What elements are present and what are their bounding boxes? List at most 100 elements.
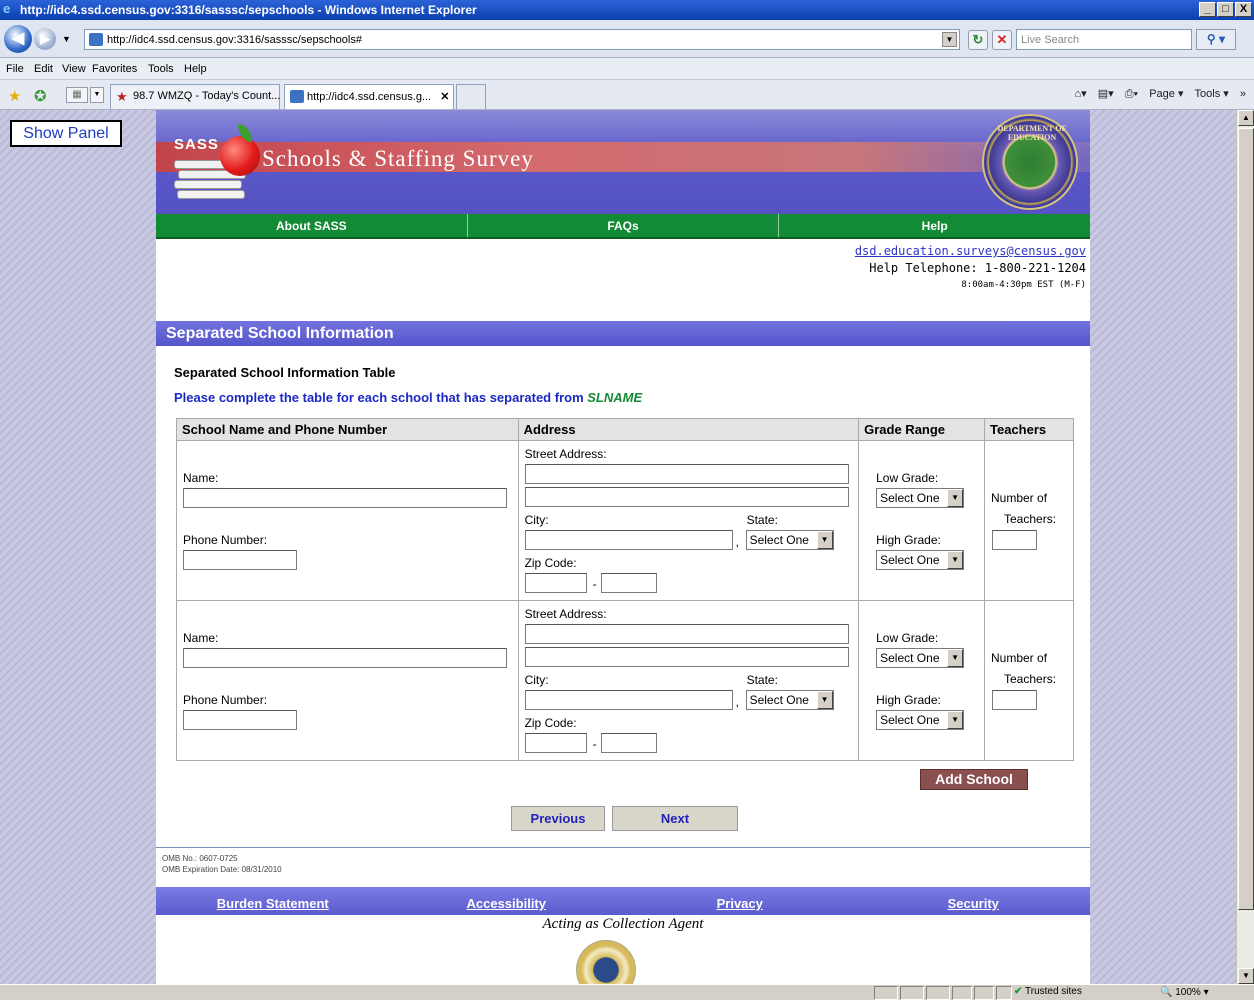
city-input[interactable]	[524, 530, 733, 550]
menu-view[interactable]: View	[62, 63, 86, 75]
chevron-down-icon: ▼	[947, 649, 964, 667]
site-nav: About SASS FAQs Help	[156, 214, 1090, 239]
menu-tools[interactable]: Tools	[148, 63, 174, 75]
street-address-input-1[interactable]	[524, 464, 849, 484]
nav-faqs[interactable]: FAQs	[468, 214, 780, 237]
chevron-more-icon[interactable]: »	[1240, 88, 1246, 100]
col-school-name: School Name and Phone Number	[176, 418, 519, 441]
state-label: State:	[746, 673, 778, 687]
contact-email-link[interactable]: dsd.education.surveys@census.gov	[855, 244, 1086, 258]
next-button[interactable]: Next	[612, 806, 738, 831]
low-grade-select[interactable]: Select One ▼	[876, 648, 965, 668]
page-viewport: Show Panel SASS Schools & Staffing Surve…	[0, 110, 1236, 984]
name-label: Name:	[183, 631, 219, 645]
street-address-input-2[interactable]	[524, 647, 849, 667]
contact-info: dsd.education.surveys@census.gov Help Te…	[855, 244, 1086, 290]
menu-edit[interactable]: Edit	[34, 63, 53, 75]
new-tab-button[interactable]	[456, 84, 486, 109]
address-text[interactable]: http://idc4.ssd.census.gov:3316/sasssc/s…	[107, 34, 362, 46]
phone-input[interactable]	[183, 710, 297, 730]
low-grade-select[interactable]: Select One ▼	[876, 488, 965, 508]
search-placeholder: Live Search	[1021, 34, 1080, 46]
state-select[interactable]: Select One ▼	[745, 690, 834, 710]
zoom-control[interactable]: 🔍 100% ▾	[1160, 987, 1209, 998]
security-link[interactable]: Security	[857, 887, 1091, 915]
home-icon[interactable]: ⌂▾	[1075, 88, 1087, 100]
zip-input[interactable]	[524, 733, 587, 753]
back-button[interactable]: ◀	[4, 25, 32, 53]
teachers-input[interactable]	[992, 530, 1037, 550]
separated-school-table: School Name and Phone Number Address Gra…	[176, 418, 1074, 761]
teachers-input[interactable]	[992, 690, 1037, 710]
page-menu[interactable]: Page ▾	[1149, 88, 1183, 100]
table-row: Name: Phone Number: Street Address: City…	[176, 440, 1074, 601]
tab-bar: ★ ✪ ▦ ▼ ★ 98.7 WMZQ - Today's Count... h…	[0, 80, 1254, 110]
browser-navbar: ◀ ▶ ▼ http://idc4.ssd.census.gov:3316/sa…	[0, 20, 1254, 58]
ie-logo-icon: e	[3, 1, 11, 16]
school-name-input[interactable]	[183, 648, 507, 668]
stop-icon[interactable]: ✕	[992, 30, 1012, 50]
nav-about-sass[interactable]: About SASS	[156, 214, 468, 237]
tools-menu[interactable]: Tools ▾	[1195, 88, 1229, 100]
street-address-input-2[interactable]	[524, 487, 849, 507]
close-window-button[interactable]: X	[1235, 2, 1252, 17]
omb-info: OMB No.: 0607-0725 OMB Expiration Date: …	[162, 853, 282, 875]
tab-list-dropdown-icon[interactable]: ▼	[90, 87, 104, 103]
add-school-button[interactable]: Add School	[920, 769, 1028, 790]
scroll-up-icon[interactable]: ▲	[1238, 110, 1254, 126]
accessibility-link[interactable]: Accessibility	[390, 887, 624, 915]
vertical-scrollbar[interactable]: ▲ ▼	[1236, 110, 1254, 984]
dept-commerce-seal-icon	[576, 940, 636, 984]
maximize-button[interactable]: □	[1217, 2, 1234, 17]
close-tab-icon[interactable]: ✕	[440, 91, 449, 103]
city-label: City:	[524, 673, 549, 687]
menu-file[interactable]: File	[6, 63, 24, 75]
search-button[interactable]: ⚲ ▾	[1196, 29, 1236, 50]
print-icon[interactable]: ⎙▾	[1125, 88, 1138, 100]
omb-number: OMB No.: 0607-0725	[162, 854, 238, 863]
menu-favorites[interactable]: Favorites	[92, 63, 137, 75]
zip-ext-input[interactable]	[600, 573, 657, 593]
burden-statement-link[interactable]: Burden Statement	[156, 887, 390, 915]
refresh-icon[interactable]: ↻	[968, 30, 988, 50]
scroll-thumb[interactable]	[1238, 128, 1254, 910]
tab-wmzq[interactable]: ★ 98.7 WMZQ - Today's Count...	[110, 84, 280, 109]
scroll-down-icon[interactable]: ▼	[1238, 968, 1254, 984]
tab-census[interactable]: http://idc4.ssd.census.g... ✕	[284, 84, 454, 109]
chevron-down-icon: ▼	[947, 711, 964, 729]
zip-input[interactable]	[524, 573, 587, 593]
zip-label: Zip Code:	[524, 556, 577, 570]
state-select[interactable]: Select One ▼	[745, 530, 834, 550]
forward-button[interactable]: ▶	[34, 28, 56, 50]
show-panel-button[interactable]: Show Panel	[10, 120, 122, 147]
high-grade-select[interactable]: Select One ▼	[876, 710, 965, 730]
minimize-button[interactable]: _	[1199, 2, 1216, 17]
menu-bar: File Edit View Favorites Tools Help	[0, 58, 1254, 80]
high-grade-select[interactable]: Select One ▼	[876, 550, 965, 570]
privacy-link[interactable]: Privacy	[623, 887, 857, 915]
security-zone[interactable]: ✔ Trusted sites	[1014, 986, 1144, 1000]
chevron-down-icon: ▼	[947, 551, 964, 569]
street-address-input-1[interactable]	[524, 624, 849, 644]
school-name-input[interactable]	[183, 488, 507, 508]
add-favorites-icon[interactable]: ✪	[34, 87, 47, 105]
col-grade-range: Grade Range	[858, 418, 985, 441]
nav-help[interactable]: Help	[779, 214, 1090, 237]
teachers-label-1: Number of	[991, 651, 1048, 665]
address-dropdown-icon[interactable]: ▼	[942, 32, 957, 47]
quick-tabs-icon[interactable]: ▦	[66, 87, 88, 103]
search-input[interactable]: Live Search	[1016, 29, 1192, 50]
favorites-star-icon[interactable]: ★	[8, 87, 21, 105]
table-instruction: Please complete the table for each schoo…	[174, 390, 642, 405]
history-dropdown-icon[interactable]: ▼	[62, 34, 71, 44]
previous-button[interactable]: Previous	[511, 806, 605, 831]
zip-ext-input[interactable]	[600, 733, 657, 753]
phone-input[interactable]	[183, 550, 297, 570]
city-label: City:	[524, 513, 549, 527]
high-grade-label: High Grade:	[876, 533, 941, 547]
menu-help[interactable]: Help	[184, 63, 207, 75]
city-input[interactable]	[524, 690, 733, 710]
instruction-school-name: SLNAME	[587, 390, 643, 405]
feeds-icon[interactable]: ▤▾	[1098, 88, 1114, 100]
address-bar[interactable]: http://idc4.ssd.census.gov:3316/sasssc/s…	[84, 29, 960, 50]
